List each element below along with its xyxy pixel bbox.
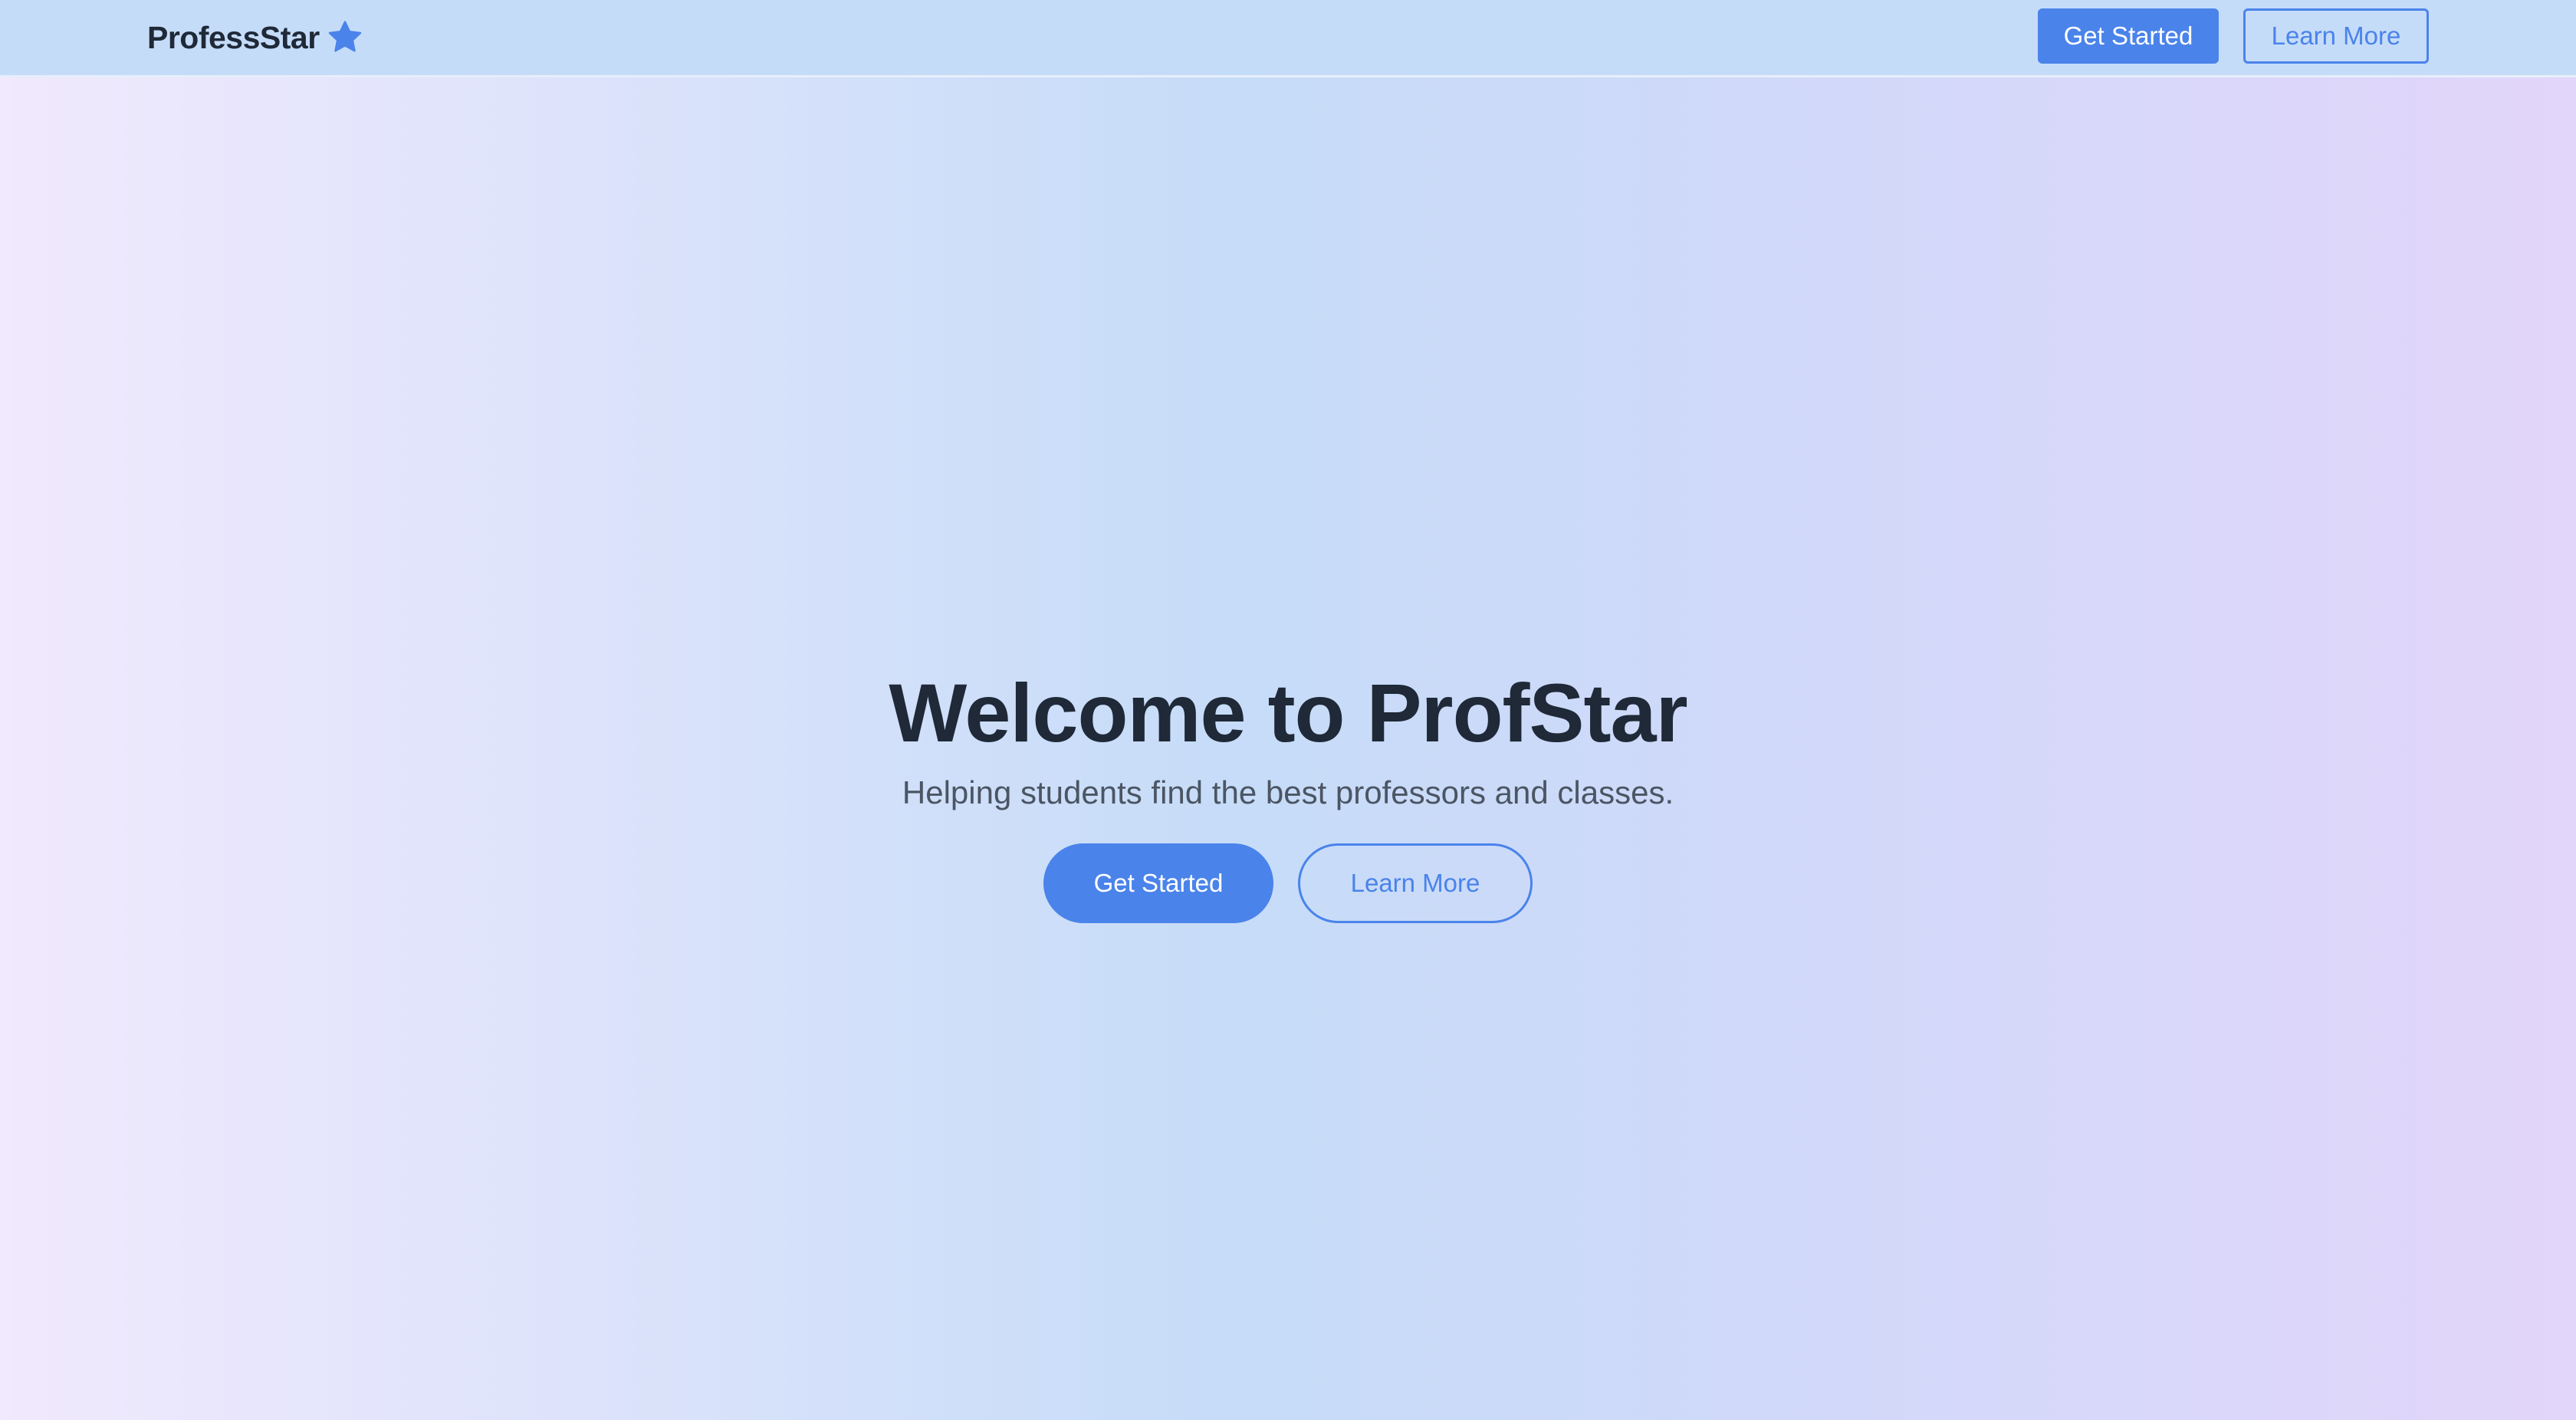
hero-get-started-button[interactable]: Get Started: [1043, 843, 1273, 923]
star-icon: [326, 18, 364, 57]
hero-section: Welcome to ProfStar Helping students fin…: [0, 659, 2576, 923]
hero-subtitle: Helping students find the best professor…: [902, 774, 1674, 810]
nav-actions: Get Started Learn More: [2038, 8, 2429, 64]
hero-title: Welcome to ProfStar: [889, 666, 1687, 759]
top-navbar: ProfessStar Get Started Learn More: [0, 0, 2576, 77]
brand-logo[interactable]: ProfessStar: [147, 0, 364, 75]
nav-learn-more-button[interactable]: Learn More: [2243, 8, 2429, 64]
hero-learn-more-button[interactable]: Learn More: [1298, 843, 1533, 923]
hero-actions: Get Started Learn More: [1043, 843, 1533, 923]
brand-name: ProfessStar: [147, 19, 320, 55]
nav-get-started-button[interactable]: Get Started: [2038, 8, 2219, 64]
